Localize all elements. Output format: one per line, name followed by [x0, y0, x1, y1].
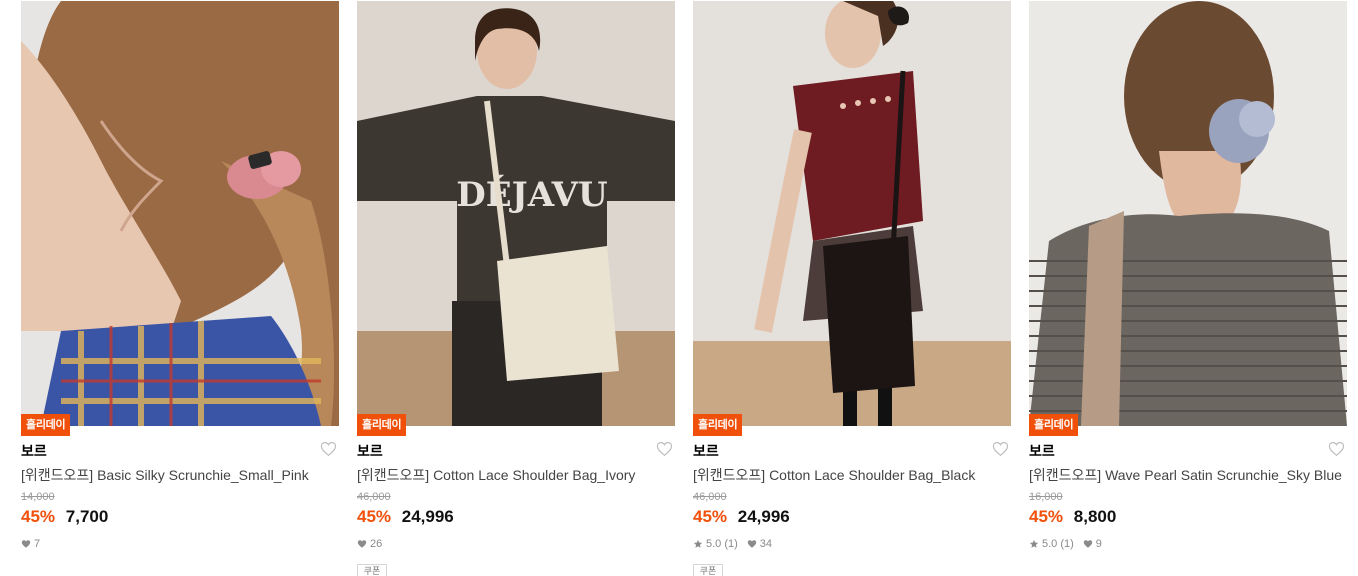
star-icon [693, 539, 703, 548]
heart-icon [21, 540, 31, 548]
product-photo: DÉJAVU [357, 1, 675, 426]
rating: 5.0 (1) [1029, 538, 1074, 550]
product-grid: 홀리데이 보르 [위캔드오프] Basic Silky Scrunchie_Sm… [0, 0, 1358, 576]
discount-rate: 45% [357, 507, 392, 526]
price-line: 45% 7,700 [21, 507, 108, 527]
likes-count: 7 [34, 538, 41, 550]
product-meta: 5.0 (1) 34 [693, 538, 772, 550]
product-photo [1029, 1, 1347, 426]
heart-icon [357, 540, 367, 548]
product-name[interactable]: [위캔드오프] Wave Pearl Satin Scrunchie_Sky B… [1029, 465, 1347, 485]
likes-count: 34 [759, 538, 773, 550]
product-photo [21, 1, 339, 426]
original-price: 14,000 [21, 491, 55, 503]
discount-rate: 45% [21, 507, 56, 526]
original-price: 46,000 [357, 491, 391, 503]
product-meta: 7 [21, 538, 40, 550]
rating-value: 5.0 (1) [706, 538, 738, 550]
rating-value: 5.0 (1) [1042, 538, 1074, 550]
product-image[interactable] [693, 1, 1011, 426]
brand-name[interactable]: 보르 [21, 441, 47, 461]
wishlist-heart-icon[interactable] [320, 441, 337, 457]
svg-text:DÉJAVU: DÉJAVU [456, 174, 607, 215]
original-price: 16,000 [1029, 491, 1063, 503]
brand-name[interactable]: 보르 [1029, 441, 1055, 461]
wishlist-heart-icon[interactable] [656, 441, 673, 457]
likes: 26 [357, 538, 382, 550]
discount-rate: 45% [1029, 507, 1064, 526]
coupon-tag: 쿠폰 [693, 564, 723, 576]
likes: 7 [21, 538, 40, 550]
product-card[interactable]: 홀리데이 보르 [위캔드오프] Cotton Lace Shoulder Bag… [693, 0, 1011, 576]
rating: 5.0 (1) [693, 538, 738, 550]
product-meta: 26 [357, 538, 382, 550]
discount-rate: 45% [693, 507, 728, 526]
wishlist-heart-icon[interactable] [1328, 441, 1345, 457]
heart-icon [747, 540, 756, 548]
likes: 9 [1083, 538, 1102, 550]
product-image[interactable]: DÉJAVU [357, 1, 675, 426]
original-price: 46,000 [693, 491, 727, 503]
heart-icon [1083, 540, 1092, 548]
product-meta: 5.0 (1) 9 [1029, 538, 1102, 550]
sale-price: 24,996 [401, 507, 454, 526]
product-image[interactable] [1029, 1, 1347, 426]
likes-count: 26 [370, 538, 383, 550]
sale-price: 8,800 [1073, 507, 1117, 526]
likes: 34 [747, 538, 772, 550]
star-icon [1029, 539, 1039, 548]
sale-price: 24,996 [737, 507, 790, 526]
product-image[interactable] [21, 1, 339, 426]
likes-count: 9 [1095, 538, 1102, 550]
holiday-badge: 홀리데이 [1029, 414, 1079, 436]
price-line: 45% 24,996 [693, 507, 790, 527]
wishlist-heart-icon[interactable] [992, 441, 1009, 457]
holiday-badge: 홀리데이 [693, 414, 743, 436]
price-line: 45% 8,800 [1029, 507, 1116, 527]
coupon-tag: 쿠폰 [357, 564, 387, 576]
product-card[interactable]: 홀리데이 보르 [위캔드오프] Basic Silky Scrunchie_Sm… [21, 0, 339, 573]
product-photo [693, 1, 1011, 426]
sale-price: 7,700 [65, 507, 109, 526]
product-card[interactable]: DÉJAVU 홀리데이 보르 [위캔드오프] Cotton Lace Shoul… [357, 0, 675, 576]
product-name[interactable]: [위캔드오프] Cotton Lace Shoulder Bag_Ivory [357, 465, 675, 485]
brand-name[interactable]: 보르 [693, 441, 719, 461]
product-name[interactable]: [위캔드오프] Basic Silky Scrunchie_Small_Pink [21, 465, 339, 485]
price-line: 45% 24,996 [357, 507, 454, 527]
product-name[interactable]: [위캔드오프] Cotton Lace Shoulder Bag_Black [693, 465, 1011, 485]
product-card[interactable]: 홀리데이 보르 [위캔드오프] Wave Pearl Satin Scrunch… [1029, 0, 1347, 573]
holiday-badge: 홀리데이 [357, 414, 407, 436]
holiday-badge: 홀리데이 [21, 414, 71, 436]
brand-name[interactable]: 보르 [357, 441, 383, 461]
